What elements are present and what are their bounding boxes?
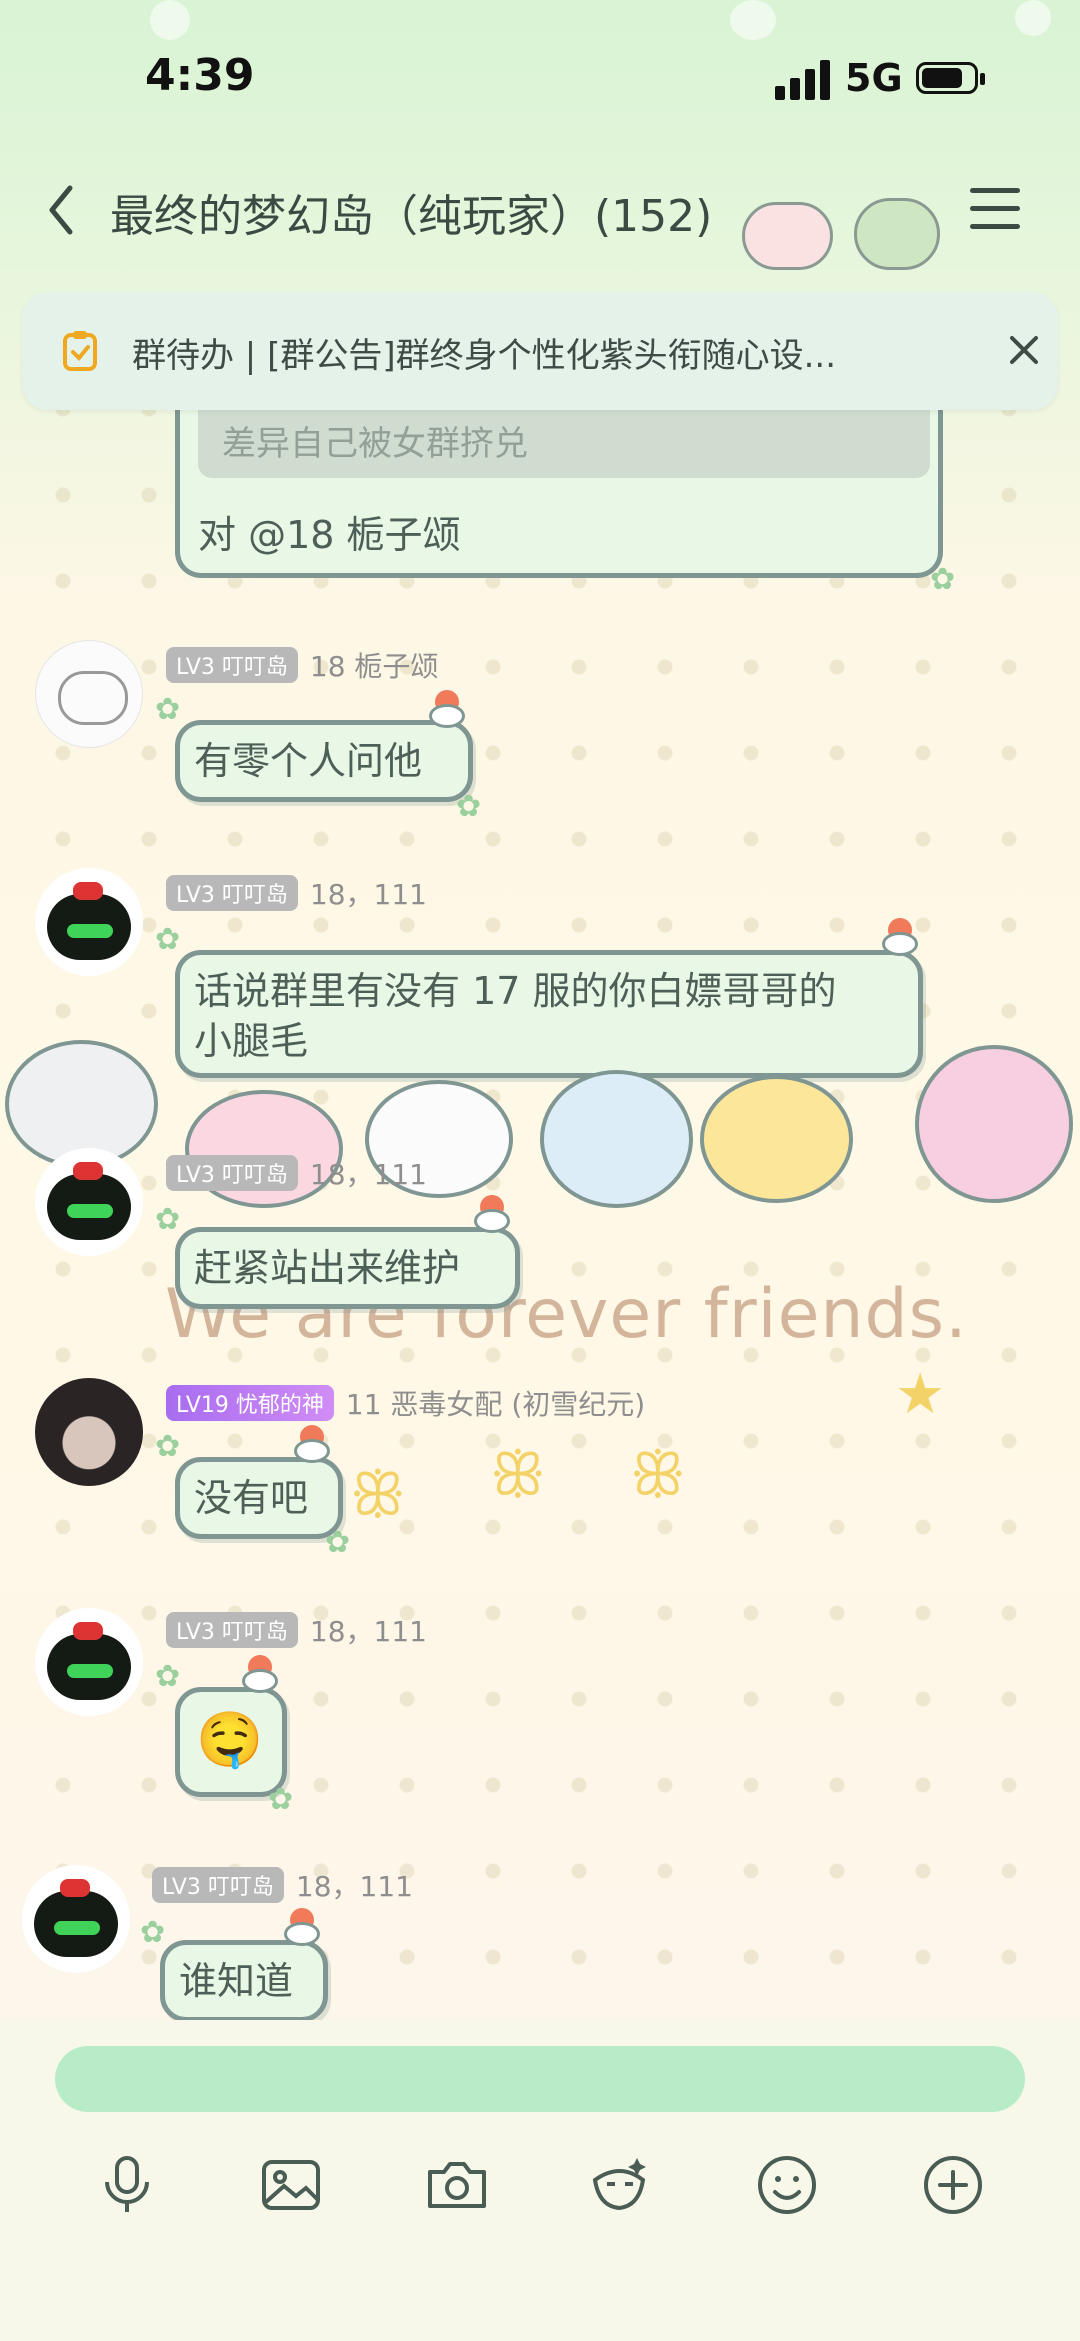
quote-text: 差异自己被女群挤兑: [222, 424, 528, 464]
ribbon-icon: ꕥ: [630, 1440, 686, 1510]
star-icon: ★: [895, 1362, 946, 1427]
sender-meta: LV3 叮叮岛 18，111: [166, 1153, 427, 1193]
message-text: 谁知道: [179, 1959, 294, 2003]
status-time: 4:39: [145, 50, 255, 101]
avatar[interactable]: [35, 868, 143, 976]
clipboard-icon: [63, 331, 97, 371]
sender-meta: LV3 叮叮岛 18 栀子颂: [166, 645, 438, 685]
star-icon: ✿: [155, 1659, 181, 1694]
reply-text: 对 @18 栀子颂: [198, 513, 461, 557]
level-badge: LV3 叮叮岛: [152, 1867, 284, 1903]
star-icon: ✿: [155, 692, 181, 727]
chat-title[interactable]: 最终的梦幻岛（纯玩家）(152): [110, 180, 712, 244]
star-icon: ✿: [456, 789, 482, 824]
peach-icon: [470, 1195, 514, 1239]
emoji-icon[interactable]: [752, 2150, 822, 2220]
level-badge: LV19 忧郁的神: [166, 1385, 334, 1421]
avatar[interactable]: [35, 640, 143, 748]
level-badge: LV3 叮叮岛: [166, 1612, 298, 1648]
sender-name: 18 栀子颂: [309, 650, 439, 683]
level-badge: LV3 叮叮岛: [166, 875, 298, 911]
message-text: 没有吧: [194, 1476, 309, 1520]
star-icon: ✿: [140, 1915, 166, 1950]
avatar[interactable]: [35, 1608, 143, 1716]
message-text: 赶紧站出来维护: [194, 1246, 461, 1290]
message-text-line1: 话说群里有没有 17 服的你白嫖哥哥的: [194, 969, 837, 1013]
sender-name: 18，111: [309, 1615, 427, 1648]
sender-meta: LV19 忧郁的神 11 恶毒女配 (初雪纪元): [166, 1383, 645, 1423]
bunny-sticker-icon: [915, 1045, 1073, 1203]
peach-icon: [280, 1908, 324, 1952]
peach-icon: [290, 1425, 334, 1469]
signal-icon: [775, 60, 831, 100]
penguin-sticker-icon: [540, 1070, 693, 1208]
close-icon[interactable]: [1002, 328, 1046, 372]
quoted-message-bubble[interactable]: 差异自己被女群挤兑 对 @18 栀子颂: [175, 410, 943, 578]
level-badge: LV3 叮叮岛: [166, 1155, 298, 1191]
star-icon: ✿: [155, 1202, 181, 1237]
message-bubble[interactable]: 赶紧站出来维护: [175, 1227, 520, 1309]
microphone-icon[interactable]: [92, 2150, 162, 2220]
quote-block: 差异自己被女群挤兑: [198, 410, 930, 478]
message-bubble[interactable]: 话说群里有没有 17 服的你白嫖哥哥的 小腿毛: [175, 950, 923, 1078]
star-icon: ✿: [155, 1429, 181, 1464]
message-bubble[interactable]: 谁知道: [160, 1940, 328, 2022]
ribbon-icon: ꕥ: [490, 1440, 546, 1510]
peach-icon: [425, 690, 469, 734]
image-icon[interactable]: [256, 2150, 326, 2220]
battery-icon: [916, 62, 985, 94]
sender-meta: LV3 叮叮岛 18，111: [166, 873, 427, 913]
message-text: 有零个人问他: [194, 739, 423, 783]
input-toolbar: [0, 2150, 1080, 2230]
duck-sticker-icon: [700, 1075, 853, 1203]
decor-bubble: [1015, 0, 1051, 36]
message-bubble[interactable]: 🤤: [175, 1687, 287, 1797]
peach-icon: [878, 918, 922, 962]
star-icon: ✿: [930, 562, 956, 597]
avatar[interactable]: [22, 1865, 130, 1973]
back-arrow-icon[interactable]: [40, 180, 90, 240]
star-icon: ✿: [268, 1782, 294, 1817]
message-bubble[interactable]: 没有吧: [175, 1457, 343, 1539]
star-icon: ✿: [155, 922, 181, 957]
sender-name: 18，111: [309, 1158, 427, 1191]
message-emoji: 🤤: [196, 1708, 264, 1771]
status-bar: 4:39 5G: [0, 0, 1080, 150]
message-text-line2: 小腿毛: [194, 1019, 309, 1063]
star-icon: ✿: [325, 1525, 351, 1560]
sender-name: 18，111: [295, 1870, 413, 1903]
network-type: 5G: [845, 56, 903, 100]
avatar[interactable]: [35, 1148, 143, 1256]
peach-icon: [238, 1655, 282, 1699]
level-badge: LV3 叮叮岛: [166, 647, 298, 683]
avatar[interactable]: [35, 1378, 143, 1486]
sticker-icon[interactable]: [585, 2150, 655, 2220]
camera-icon[interactable]: [422, 2150, 492, 2220]
group-notice-bar[interactable]: 群待办 | [群公告]群终身个性化紫头衔随心设...: [22, 292, 1058, 410]
notice-text: 群待办 | [群公告]群终身个性化紫头衔随心设...: [132, 336, 837, 376]
plus-icon[interactable]: [918, 2150, 988, 2220]
chat-header: 最终的梦幻岛（纯玩家）(152): [0, 150, 1080, 270]
sender-name: 18，111: [309, 878, 427, 911]
decor-bubble: [730, 0, 776, 40]
frog-sticker-icon: [854, 198, 940, 270]
decor-bubble: [150, 0, 190, 40]
ribbon-icon: ꕥ: [350, 1460, 406, 1530]
menu-icon[interactable]: [970, 188, 1020, 230]
sender-name: 11 恶毒女配 (初雪纪元): [345, 1388, 646, 1421]
sender-meta: LV3 叮叮岛 18，111: [166, 1610, 427, 1650]
sheep-sticker-icon: [742, 202, 833, 270]
message-input[interactable]: [55, 2046, 1025, 2112]
sender-meta: LV3 叮叮岛 18，111: [152, 1865, 413, 1905]
